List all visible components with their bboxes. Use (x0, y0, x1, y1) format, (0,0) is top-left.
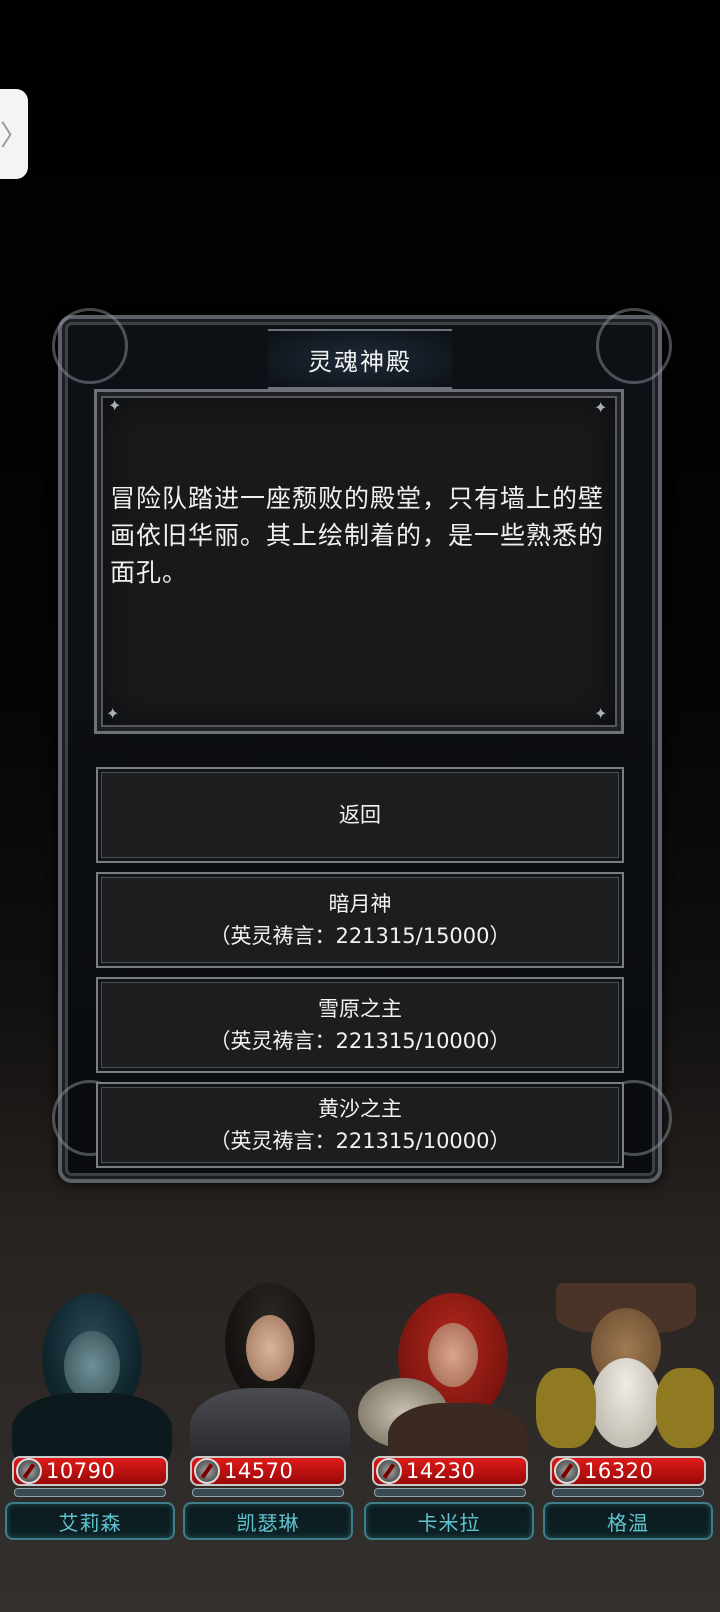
hero-energy-bar (192, 1488, 344, 1497)
frame-ornament-top-left (52, 308, 128, 384)
option-snowfield-lord-button[interactable]: 雪原之主 （英灵祷言：221315/10000） (96, 977, 624, 1073)
dialog-title-plate: 灵魂神殿 (268, 329, 452, 389)
hero-name-plate[interactable]: 凯瑟琳 (183, 1502, 353, 1540)
option-label: 雪原之主 (318, 997, 402, 1021)
option-detail: （英灵祷言：221315/10000） (209, 1029, 511, 1053)
hero-portrait-alison[interactable] (2, 1283, 180, 1461)
option-detail: （英灵祷言：221315/10000） (209, 1129, 511, 1153)
chevron-right-icon: 〉 (0, 119, 29, 152)
hero-name: 卡米拉 (417, 1510, 481, 1535)
sparkle-icon: ✦ (108, 396, 122, 415)
option-detail: （英灵祷言：221315/15000） (209, 924, 511, 948)
option-label: 暗月神 (328, 892, 392, 916)
frame-ornament-top-right (596, 308, 672, 384)
dialog-title: 灵魂神殿 (308, 347, 412, 376)
sword-shield-icon (554, 1458, 580, 1484)
option-label: 黄沙之主 (318, 1097, 402, 1121)
hero-hp-value: 14570 (224, 1459, 294, 1483)
hero-hp-bar: 10790 (12, 1456, 168, 1486)
hero-hp-value: 16320 (584, 1459, 654, 1483)
hero-portrait-camilla[interactable] (358, 1283, 536, 1461)
hero-hp-value: 14230 (406, 1459, 476, 1483)
hero-hp-value: 10790 (46, 1459, 116, 1483)
hero-energy-bar (374, 1488, 526, 1497)
sword-shield-icon (376, 1458, 402, 1484)
side-drawer-tab[interactable]: 〉 (0, 89, 28, 179)
hero-energy-bar (14, 1488, 166, 1497)
hero-portrait-catherine[interactable] (180, 1283, 358, 1461)
option-label: 返回 (339, 803, 381, 827)
hero-hp-bar: 14570 (190, 1456, 346, 1486)
sword-shield-icon (16, 1458, 42, 1484)
hero-name: 艾莉森 (58, 1510, 122, 1535)
sparkle-icon: ✦ (106, 704, 120, 723)
sparkle-icon: ✦ (594, 704, 608, 723)
hero-name: 凯瑟琳 (236, 1510, 300, 1535)
sword-shield-icon (194, 1458, 220, 1484)
option-dark-moon-god-button[interactable]: 暗月神 （英灵祷言：221315/15000） (96, 872, 624, 968)
hero-hp-bar: 14230 (372, 1456, 528, 1486)
option-yellow-sand-lord-button[interactable]: 黄沙之主 （英灵祷言：221315/10000） (96, 1082, 624, 1168)
hero-energy-bar (552, 1488, 704, 1497)
hero-name-plate[interactable]: 艾莉森 (5, 1502, 175, 1540)
option-back-button[interactable]: 返回 (96, 767, 624, 863)
sparkle-icon: ✦ (594, 398, 608, 417)
hero-name: 格温 (607, 1510, 649, 1535)
hero-hp-bar: 16320 (550, 1456, 706, 1486)
hero-name-plate[interactable]: 卡米拉 (364, 1502, 534, 1540)
hero-name-plate[interactable]: 格温 (543, 1502, 713, 1540)
event-description: 冒险队踏进一座颓败的殿堂，只有墙上的壁画依旧华丽。其上绘制着的，是一些熟悉的面孔… (110, 484, 605, 587)
hero-portrait-gwen[interactable] (536, 1283, 714, 1461)
